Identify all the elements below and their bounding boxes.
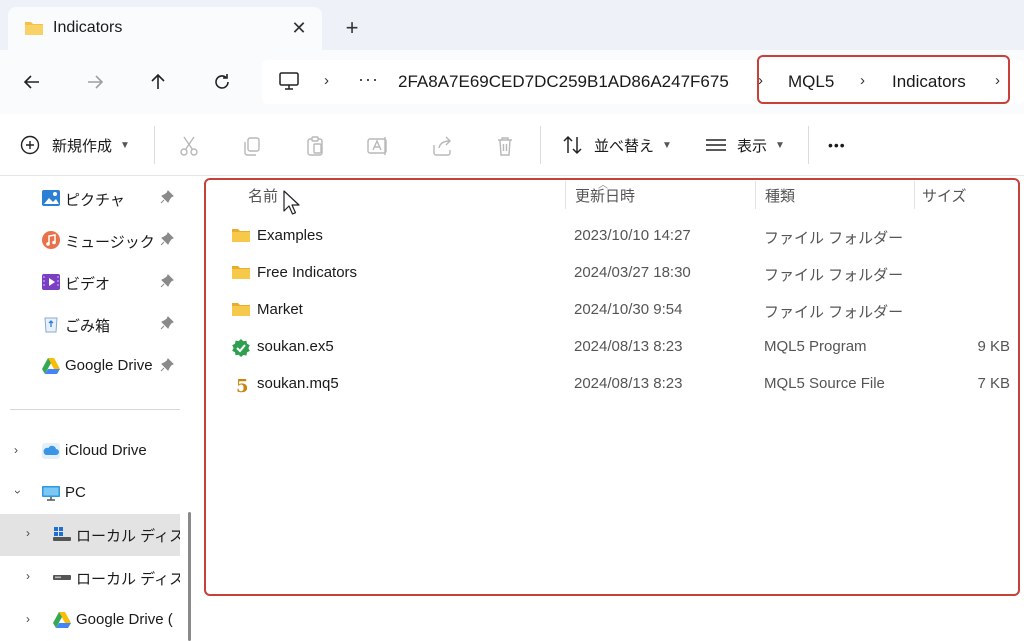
sidebar-item-icloud-drive[interactable]: › iCloud Drive bbox=[0, 431, 180, 471]
pc-icon bbox=[41, 483, 61, 503]
sidebar-item-label: PC bbox=[65, 484, 86, 501]
icloud-icon bbox=[41, 441, 61, 461]
scissors-icon bbox=[180, 136, 198, 156]
mouse-cursor-icon bbox=[283, 190, 301, 221]
pin-icon[interactable] bbox=[160, 190, 174, 208]
view-label: 表示 bbox=[737, 137, 768, 155]
tab-title: Indicators bbox=[53, 19, 123, 36]
file-list-highlight-box bbox=[204, 178, 1020, 596]
delete-button[interactable] bbox=[491, 132, 519, 160]
computer-icon bbox=[278, 71, 300, 96]
trash-icon bbox=[498, 137, 512, 156]
chevron-down-icon: ▼ bbox=[120, 139, 130, 151]
sidebar-item-label: ピクチャ bbox=[65, 192, 125, 209]
sort-label: 並べ替え bbox=[594, 137, 655, 155]
pictures-icon bbox=[41, 188, 61, 208]
sidebar-item-label: ローカル ディスク ( bbox=[76, 571, 180, 588]
divider bbox=[540, 126, 541, 164]
sidebar-item-pictures[interactable]: ピクチャ bbox=[0, 178, 180, 218]
sidebar-item-local-disk-c[interactable]: › ローカル ディスク ( bbox=[0, 514, 180, 556]
google-drive-icon bbox=[52, 610, 72, 630]
path-overflow-button[interactable]: ··· bbox=[358, 69, 379, 90]
rename-icon bbox=[367, 137, 387, 155]
chevron-right-icon[interactable]: › bbox=[14, 443, 18, 457]
recycle-bin-icon bbox=[41, 314, 61, 334]
sidebar-item-pc[interactable]: › PC bbox=[0, 473, 180, 513]
forward-button[interactable] bbox=[77, 64, 113, 100]
close-tab-icon[interactable]: ✕ bbox=[286, 15, 312, 41]
chevron-down-icon[interactable]: › bbox=[11, 490, 25, 494]
sidebar-item-local-disk[interactable]: › ローカル ディスク ( bbox=[0, 557, 180, 597]
chevron-down-icon: ▼ bbox=[662, 139, 672, 151]
more-options-button[interactable]: ••• bbox=[828, 131, 846, 159]
paste-button[interactable] bbox=[301, 132, 329, 160]
rename-button[interactable] bbox=[364, 132, 392, 160]
cut-button[interactable] bbox=[175, 132, 203, 160]
sidebar-item-google-drive-drive[interactable]: › Google Drive ( bbox=[0, 600, 180, 640]
music-icon bbox=[41, 230, 61, 250]
new-label: 新規作成 bbox=[52, 137, 113, 155]
copy-icon bbox=[244, 137, 260, 156]
sidebar-item-label: ミュージック bbox=[65, 234, 155, 251]
sidebar-scrollbar[interactable] bbox=[188, 512, 191, 641]
windows-drive-icon bbox=[52, 524, 72, 544]
folder-icon bbox=[24, 19, 44, 42]
paste-icon bbox=[307, 136, 323, 156]
sidebar-divider bbox=[10, 409, 180, 410]
share-button[interactable] bbox=[428, 132, 456, 160]
chevron-down-icon: ▼ bbox=[775, 139, 785, 151]
arrow-left-icon bbox=[23, 75, 39, 89]
drive-icon bbox=[52, 567, 72, 587]
sidebar-item-label: Google Drive ( bbox=[76, 611, 173, 628]
sidebar-item-google-drive[interactable]: Google Drive bbox=[0, 346, 180, 386]
chevron-right-icon: › bbox=[324, 72, 329, 89]
navigation-pane: ピクチャ ミュージック ビデオ ごみ箱 Google Drive › iClou… bbox=[0, 176, 191, 641]
address-highlight-box bbox=[757, 55, 1010, 104]
sort-icon bbox=[563, 135, 582, 155]
chevron-right-icon[interactable]: › bbox=[26, 526, 30, 540]
sidebar-item-label: Google Drive bbox=[65, 357, 153, 374]
sort-button[interactable]: 並べ替え ▼ bbox=[562, 131, 672, 159]
new-tab-button[interactable]: + bbox=[338, 14, 366, 42]
sidebar-item-label: ビデオ bbox=[65, 276, 111, 293]
tab-indicators[interactable]: Indicators ✕ bbox=[8, 7, 322, 50]
sidebar-item-videos[interactable]: ビデオ bbox=[0, 262, 180, 302]
copy-button[interactable] bbox=[238, 132, 266, 160]
pin-icon[interactable] bbox=[160, 274, 174, 292]
pin-icon[interactable] bbox=[160, 316, 174, 334]
pin-icon[interactable] bbox=[160, 232, 174, 250]
breadcrumb-segment[interactable]: 2FA8A7E69CED7DC259B1AD86A247F675 bbox=[398, 72, 729, 92]
back-button[interactable] bbox=[14, 64, 50, 100]
tab-strip: Indicators ✕ + bbox=[0, 0, 1024, 50]
sidebar-item-label: iCloud Drive bbox=[65, 442, 147, 459]
share-icon bbox=[433, 136, 451, 156]
sidebar-item-recycle-bin[interactable]: ごみ箱 bbox=[0, 304, 180, 344]
sidebar-item-label: ごみ箱 bbox=[65, 318, 111, 335]
divider bbox=[154, 126, 155, 164]
new-button[interactable]: 新規作成 ▼ bbox=[20, 131, 130, 159]
arrow-up-icon bbox=[151, 73, 165, 89]
refresh-button[interactable] bbox=[204, 64, 240, 100]
sidebar-item-music[interactable]: ミュージック bbox=[0, 220, 180, 260]
pin-icon[interactable] bbox=[160, 358, 174, 376]
google-drive-icon bbox=[41, 356, 61, 376]
up-button[interactable] bbox=[140, 64, 176, 100]
chevron-right-icon[interactable]: › bbox=[26, 569, 30, 583]
videos-icon bbox=[41, 272, 61, 292]
plus-circle-icon bbox=[20, 135, 40, 155]
command-bar: 新規作成 ▼ 並べ替え ▼ 表示 ▼ ••• bbox=[0, 114, 1024, 176]
chevron-right-icon[interactable]: › bbox=[26, 612, 30, 626]
sidebar-item-label: ローカル ディスク ( bbox=[76, 528, 180, 545]
refresh-icon bbox=[215, 74, 229, 89]
view-list-icon bbox=[706, 139, 726, 151]
arrow-right-icon bbox=[88, 75, 104, 89]
view-button[interactable]: 表示 ▼ bbox=[705, 131, 785, 159]
divider bbox=[808, 126, 809, 164]
